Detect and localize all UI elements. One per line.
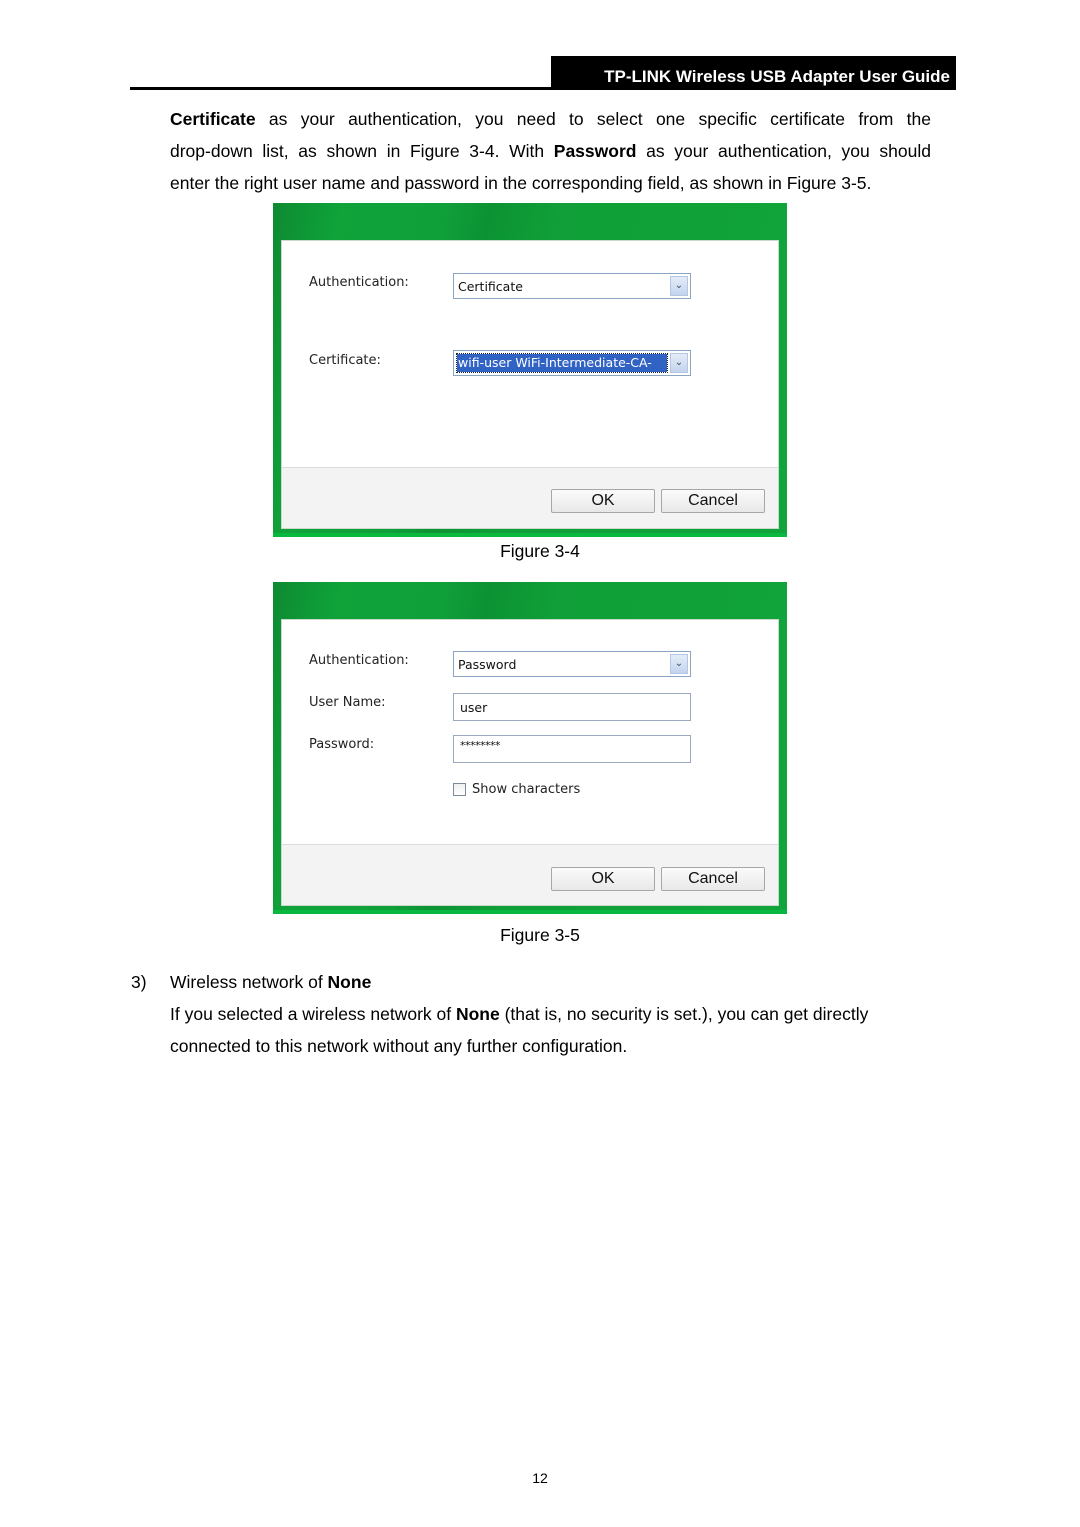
ok-button[interactable]: OK	[551, 489, 655, 513]
section-3-body-post: (that is, no security is set.), you can …	[499, 1004, 869, 1024]
header-guide-title: TP-LINK Wireless USB Adapter User Guide	[551, 56, 956, 90]
authentication-label: Authentication:	[309, 275, 409, 290]
bold-none: None	[327, 972, 372, 992]
chevron-down-icon[interactable]: ⌄	[670, 654, 688, 674]
dialog-bottom-strip	[273, 533, 787, 537]
cancel-button[interactable]: Cancel	[661, 867, 765, 891]
password-input[interactable]: ********	[453, 735, 691, 763]
section-3-body-pre: If you selected a wireless network of	[170, 1004, 456, 1024]
certificate-select[interactable]: wifi-user WiFi-Intermediate-CA- ⌄	[453, 350, 691, 376]
bold-none: None	[455, 1004, 500, 1024]
section-3-title: Wireless network of None	[170, 966, 931, 998]
intro-line-2-pre: drop-down list, as shown in Figure 3-4. …	[170, 141, 554, 161]
certificate-label: Certificate:	[309, 353, 381, 368]
intro-line-1-text: as your authentication, you need to sele…	[255, 109, 931, 129]
username-label: User Name:	[309, 695, 386, 710]
ok-button[interactable]: OK	[551, 867, 655, 891]
chevron-down-icon[interactable]: ⌄	[670, 353, 688, 373]
password-input-value: ********	[460, 739, 501, 752]
show-characters-checkbox[interactable]	[453, 783, 466, 796]
authentication-select-value: Certificate	[458, 279, 523, 294]
bold-certificate: Certificate	[170, 109, 256, 129]
section-3-body-line-2: connected to this network without any fu…	[170, 1036, 628, 1056]
cancel-button[interactable]: Cancel	[661, 489, 765, 513]
intro-line-3: enter the right user name and password i…	[170, 173, 872, 193]
dialog-bottom-strip	[273, 910, 787, 914]
certificate-select-value: wifi-user WiFi-Intermediate-CA-	[458, 355, 652, 370]
bold-password: Password	[553, 141, 637, 161]
section-3-body-line-1: If you selected a wireless network of No…	[170, 998, 931, 1030]
section-3-body: If you selected a wireless network of No…	[170, 998, 931, 1062]
section-3-title-text: Wireless network of	[170, 972, 328, 992]
figure-3-4-dialog: Authentication: Certificate ⌄ Certificat…	[273, 203, 787, 537]
page-number: 12	[532, 1470, 548, 1486]
authentication-label: Authentication:	[309, 653, 409, 668]
intro-line-1: Certificate as your authentication, you …	[170, 103, 931, 135]
chevron-down-icon[interactable]: ⌄	[670, 276, 688, 296]
username-input[interactable]: user	[453, 693, 691, 721]
authentication-select[interactable]: Certificate ⌄	[453, 273, 691, 299]
figure-3-5-caption: Figure 3-5	[500, 925, 580, 945]
intro-paragraph: Certificate as your authentication, you …	[170, 103, 931, 199]
intro-line-2: drop-down list, as shown in Figure 3-4. …	[170, 135, 931, 167]
password-label: Password:	[309, 737, 375, 752]
authentication-select-value: Password	[458, 657, 517, 672]
authentication-select[interactable]: Password ⌄	[453, 651, 691, 677]
list-number: 3)	[131, 972, 147, 992]
username-input-value: user	[460, 700, 488, 715]
show-characters-label[interactable]: Show characters	[472, 782, 580, 797]
intro-line-2-post: as your authentication, you should	[636, 141, 931, 161]
figure-3-4-caption: Figure 3-4	[500, 541, 580, 561]
figure-3-5-dialog: Authentication: Password ⌄ User Name: us…	[273, 582, 787, 914]
certificate-selection-highlight: wifi-user WiFi-Intermediate-CA-	[456, 353, 668, 373]
